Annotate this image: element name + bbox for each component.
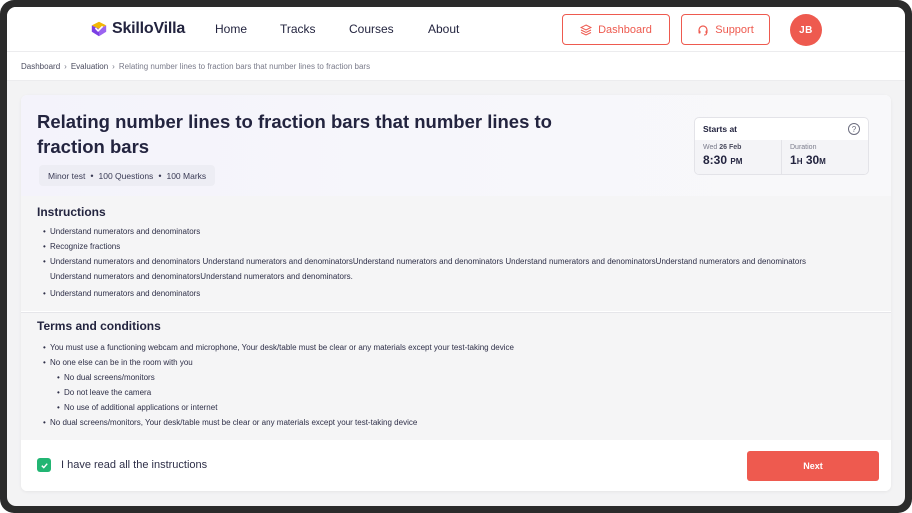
duration-minutes-unit: M — [819, 157, 826, 166]
instructions-list: Understand numerators and denominators R… — [43, 224, 833, 301]
nav-about[interactable]: About — [428, 22, 459, 36]
start-time: Wed 26 Feb 8:30 PM — [695, 140, 781, 174]
duration-hours-unit: H — [796, 157, 803, 166]
next-button[interactable]: Next — [747, 451, 879, 481]
list-item: No dual screens/monitors — [57, 370, 833, 385]
list-item: No use of additional applications or int… — [57, 400, 833, 415]
starts-at-label: Starts at — [703, 124, 738, 134]
terms-section: Terms and conditions You must use a func… — [21, 312, 891, 440]
brand-name: SkilloVilla — [112, 20, 186, 37]
exam-header: Relating number lines to fraction bars t… — [21, 95, 891, 196]
list-item: Recognize fractions — [43, 239, 833, 254]
list-item: You must use a functioning webcam and mi… — [43, 340, 833, 355]
start-clock: 8:30 — [703, 153, 728, 167]
exam-title: Relating number lines to fraction bars t… — [37, 111, 552, 157]
top-header: SkilloVilla Home Tracks Courses About Da… — [7, 7, 905, 52]
schedule-body: Wed 26 Feb 8:30 PM Duration 1H 30M — [695, 140, 868, 174]
duration-value: 1H 30M — [790, 153, 860, 167]
brand-logo[interactable]: SkilloVilla — [90, 19, 185, 39]
breadcrumb-dashboard[interactable]: Dashboard — [21, 62, 60, 71]
start-ampm: PM — [730, 157, 743, 166]
list-item: Understand numerators and denominators U… — [43, 254, 833, 284]
layers-icon — [580, 23, 593, 36]
support-button[interactable]: Support — [681, 14, 770, 45]
skillovilla-logo-icon — [91, 21, 107, 37]
instructions-title: Instructions — [37, 205, 106, 219]
checkbox-label[interactable]: I have read all the instructions — [61, 459, 207, 471]
start-time-value: 8:30 PM — [703, 153, 773, 167]
start-date: Wed 26 Feb — [703, 144, 773, 151]
user-avatar[interactable]: JB — [790, 14, 822, 46]
exam-type: Minor test — [48, 170, 86, 181]
list-item: No dual screens/monitors, Your desk/tabl… — [43, 415, 833, 430]
schedule-box: Starts at ? Wed 26 Feb 8:30 PM Duration … — [694, 117, 869, 175]
duration-minutes: 30 — [805, 153, 820, 167]
device-frame: SkilloVilla Home Tracks Courses About Da… — [0, 0, 912, 513]
list-item: Do not leave the camera — [57, 385, 833, 400]
dashboard-button[interactable]: Dashboard — [562, 14, 670, 45]
instructions-section: Instructions Understand numerators and d… — [21, 196, 891, 311]
start-date-value: 26 Feb — [719, 144, 742, 151]
exam-marks: 100 Marks — [166, 170, 207, 181]
chevron-right-icon: › — [112, 61, 115, 71]
duration-hours: 1 — [790, 153, 797, 167]
list-item: Understand numerators and denominators — [43, 286, 833, 301]
list-item: Understand numerators and denominators — [43, 224, 833, 239]
dashboard-button-label: Dashboard — [598, 23, 652, 36]
start-day: Wed — [703, 144, 718, 151]
nav-tracks[interactable]: Tracks — [280, 22, 316, 36]
list-item: No one else can be in the room with you — [43, 355, 833, 370]
duration-label: Duration — [790, 144, 817, 151]
evaluation-card: Relating number lines to fraction bars t… — [21, 95, 891, 491]
instructions-checkbox[interactable] — [37, 458, 51, 472]
breadcrumb-evaluation[interactable]: Evaluation — [71, 62, 108, 71]
breadcrumb: Dashboard › Evaluation › Relating number… — [7, 52, 905, 81]
headset-icon — [698, 24, 708, 35]
support-button-label: Support — [715, 23, 754, 36]
chevron-right-icon: › — [64, 61, 67, 71]
card-footer: I have read all the instructions Next — [21, 440, 891, 491]
terms-list: You must use a functioning webcam and mi… — [43, 340, 833, 430]
help-icon[interactable]: ? — [848, 123, 860, 135]
dot-separator: • — [158, 170, 162, 181]
nav-courses[interactable]: Courses — [349, 22, 394, 36]
app-screen: SkilloVilla Home Tracks Courses About Da… — [7, 7, 905, 506]
exam-questions: 100 Questions — [98, 170, 154, 181]
check-icon — [40, 462, 48, 469]
dot-separator: • — [90, 170, 94, 181]
exam-meta-chip: Minor test • 100 Questions • 100 Marks — [39, 165, 216, 186]
nav-home[interactable]: Home — [215, 22, 247, 36]
schedule-header: Starts at ? — [695, 118, 868, 140]
terms-title: Terms and conditions — [37, 319, 161, 333]
breadcrumb-current: Relating number lines to fraction bars t… — [118, 61, 371, 71]
duration: Duration 1H 30M — [781, 140, 868, 174]
